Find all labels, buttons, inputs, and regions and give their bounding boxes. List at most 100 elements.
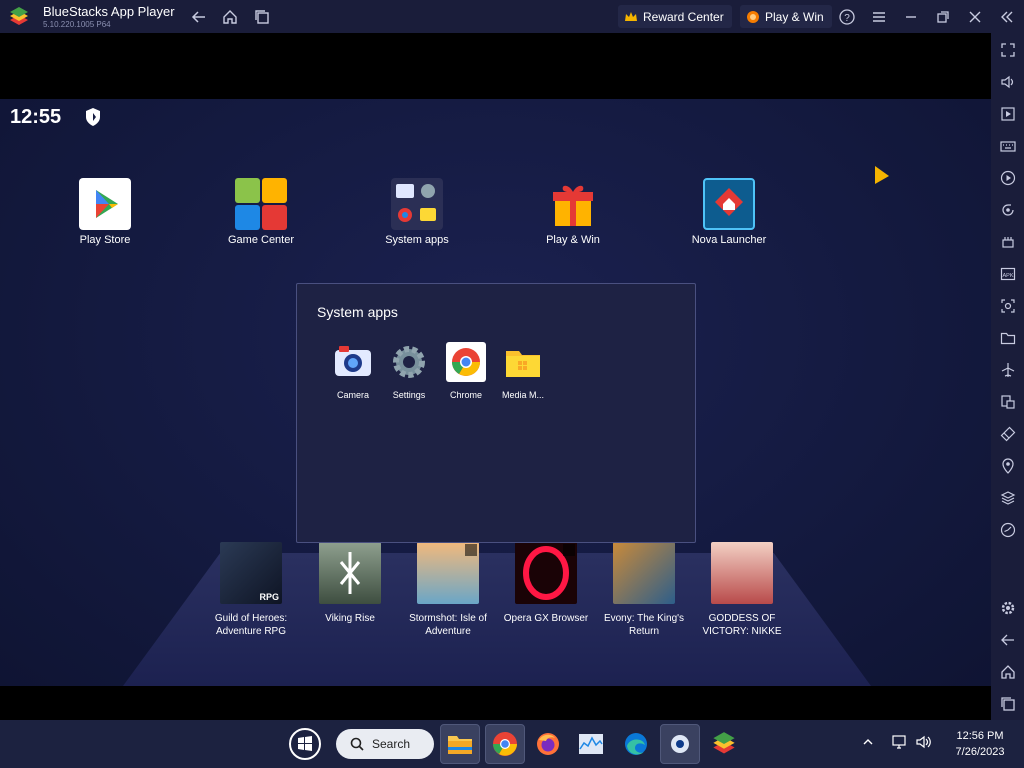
android-back-icon[interactable] (999, 631, 1016, 648)
settings-gear-icon (389, 342, 429, 382)
taskbar-firefox[interactable] (528, 724, 568, 764)
rotate-icon[interactable] (999, 201, 1016, 218)
close-icon[interactable] (965, 7, 985, 27)
app-label: Nova Launcher (691, 234, 767, 246)
app-title: BlueStacks App Player (43, 4, 175, 19)
game-stormshot[interactable]: Stormshot: Isle of Adventure (398, 542, 498, 638)
minimize-icon[interactable] (901, 7, 921, 27)
menu-icon[interactable] (869, 7, 889, 27)
file-explorer-icon (448, 736, 472, 754)
folder-app-chrome[interactable]: Chrome (438, 342, 494, 400)
android-home[interactable]: 12:55 Play Store Game Center System apps… (0, 99, 991, 686)
shield-icon (86, 108, 100, 126)
media-player-icon[interactable] (999, 105, 1016, 122)
fullscreen-icon[interactable] (999, 41, 1016, 58)
collapse-sidebar-icon[interactable] (997, 7, 1017, 27)
restore-icon[interactable] (933, 7, 953, 27)
reward-center-button[interactable]: Reward Center (618, 5, 732, 28)
game-viking-rise[interactable]: Viking Rise (300, 542, 400, 625)
help-icon[interactable]: ? (837, 7, 857, 27)
taskbar-edge[interactable] (616, 724, 656, 764)
folder-app-settings[interactable]: Settings (381, 342, 437, 400)
game-guild-of-heroes[interactable]: RPG Guild of Heroes: Adventure RPG (201, 542, 301, 638)
reward-center-label: Reward Center (643, 9, 724, 24)
edge-icon (625, 733, 647, 755)
airplane-icon[interactable] (999, 361, 1016, 378)
title-bar: BlueStacks App Player 5.10.220.1005 P64 … (0, 0, 1024, 33)
game-label-line2: Adventure RPG (215, 626, 287, 637)
network-icon[interactable] (892, 735, 908, 752)
performance-monitor-icon (579, 734, 603, 754)
tray-chevron-icon[interactable] (862, 736, 874, 751)
layers-icon[interactable] (999, 489, 1016, 506)
settings-icon[interactable] (999, 599, 1016, 616)
game-evony[interactable]: Evony: The King's Return (594, 542, 694, 638)
location-icon[interactable] (999, 457, 1016, 474)
screenshot-icon[interactable] (999, 297, 1016, 314)
external-link-icon (465, 544, 477, 556)
nikke-icon (711, 542, 773, 604)
volume-icon[interactable] (999, 73, 1016, 90)
taskbar-file-explorer[interactable] (440, 724, 480, 764)
taskbar-performance-monitor[interactable] (571, 724, 611, 764)
app-nova-launcher[interactable]: Nova Launcher (674, 178, 784, 246)
app-label: Play Store (79, 234, 131, 246)
coin-icon (747, 10, 759, 23)
folder-icon[interactable] (999, 329, 1016, 346)
svg-text:APK: APK (1002, 273, 1013, 279)
android-home-icon[interactable] (999, 663, 1016, 680)
game-label-line2: VICTORY: NIKKE (702, 626, 782, 637)
speed-icon[interactable] (999, 521, 1016, 538)
start-button[interactable] (285, 724, 325, 764)
eraser-icon[interactable] (999, 425, 1016, 442)
system-apps-folder-popup[interactable]: System apps Camera Settings Chrome Media… (296, 283, 696, 543)
firefox-icon (537, 733, 559, 755)
android-clock: 12:55 (10, 106, 62, 128)
play-win-button[interactable]: Play & Win (740, 5, 832, 28)
gift-icon (547, 178, 599, 230)
app-play-store[interactable]: Play Store (50, 178, 160, 246)
search-icon (350, 737, 364, 751)
system-date: 7/26/2023 (955, 746, 1005, 758)
game-label-line1: Viking Rise (325, 613, 375, 624)
crown-icon (625, 11, 637, 21)
apk-install-icon[interactable]: APK (999, 265, 1016, 282)
emulator-screen: 12:55 Play Store Game Center System apps… (0, 33, 991, 720)
record-play-icon[interactable] (999, 169, 1016, 186)
bluestacks-logo-icon (10, 7, 28, 25)
stormshot-icon (417, 542, 479, 604)
back-arrow-icon[interactable] (189, 7, 209, 27)
evony-icon (613, 542, 675, 604)
system-clock[interactable]: 12:56 PM 7/26/2023 (948, 728, 1012, 760)
search-label: Search (372, 737, 411, 751)
speaker-icon[interactable] (916, 735, 932, 752)
taskbar-running-app[interactable] (660, 724, 700, 764)
android-recents-icon[interactable] (999, 695, 1016, 712)
app-system-apps[interactable]: System apps (362, 178, 472, 246)
chrome-icon (446, 342, 486, 382)
recent-apps-icon[interactable] (252, 7, 272, 27)
taskbar-bluestacks[interactable] (704, 724, 744, 764)
app-label: System apps (385, 234, 449, 246)
opera-gx-icon (515, 542, 577, 604)
folder-app-media-manager[interactable]: Media M... (495, 342, 551, 400)
app-label: Game Center (227, 234, 295, 246)
external-link-icon (563, 544, 575, 556)
game-label-line1: Opera GX Browser (503, 613, 589, 624)
media-manager-icon (503, 342, 543, 382)
play-win-label: Play & Win (765, 9, 824, 24)
taskbar-chrome[interactable] (485, 724, 525, 764)
home-icon[interactable] (220, 7, 240, 27)
desktop: BlueStacks App Player 5.10.220.1005 P64 … (0, 0, 1024, 768)
folder-app-camera[interactable]: Camera (325, 342, 381, 400)
app-game-center[interactable]: Game Center (206, 178, 316, 246)
folder-app-label: Media M... (501, 390, 544, 400)
macro-icon[interactable] (999, 233, 1016, 250)
game-nikke[interactable]: GODDESS OF VICTORY: NIKKE (692, 542, 792, 638)
keyboard-icon[interactable] (999, 137, 1016, 154)
multi-instance-icon[interactable] (999, 393, 1016, 410)
taskbar-search[interactable]: Search (336, 729, 434, 759)
game-opera-gx[interactable]: Opera GX Browser (496, 542, 596, 625)
chrome-taskbar-icon (493, 732, 517, 756)
app-play-win[interactable]: Play & Win (518, 178, 628, 246)
